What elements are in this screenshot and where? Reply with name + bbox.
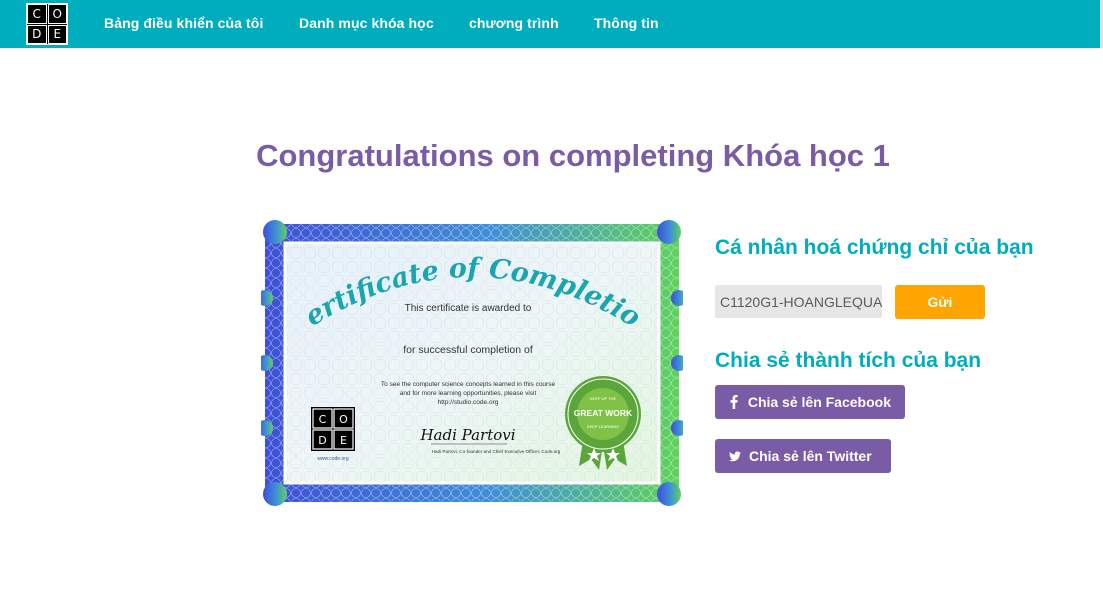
certificate-image: Certificate of Completion This certifica… bbox=[250, 194, 687, 508]
top-nav-bar: C O D E Bảng điều khiển của tôi Danh mục… bbox=[0, 0, 1103, 48]
seal-big-text: GREAT WORK bbox=[574, 408, 633, 418]
share-facebook-label: Chia sẻ lên Facebook bbox=[747, 394, 891, 410]
share-heading: Chia sẻ thành tích của bạn bbox=[715, 349, 982, 372]
code-logo[interactable]: C O D E bbox=[26, 3, 68, 45]
nav-link-about[interactable]: Thông tin bbox=[594, 0, 659, 48]
logo-letter-e: E bbox=[47, 24, 67, 44]
share-twitter-button[interactable]: Chia sẻ lên Twitter bbox=[715, 439, 891, 473]
certificate-info-line-2: and for more learning opportunities, ple… bbox=[400, 390, 537, 397]
certificate-awarded-text: This certificate is awarded to bbox=[405, 303, 532, 314]
certificate-signature: Hadi Partovi bbox=[419, 426, 515, 444]
twitter-icon bbox=[729, 449, 741, 463]
seal-bottom-text: KEEP LEARNING bbox=[587, 424, 619, 429]
seal-top-text: KEEP UP THE bbox=[590, 396, 617, 401]
certificate-name-input[interactable] bbox=[715, 285, 882, 318]
cert-logo-c: C bbox=[319, 413, 327, 426]
certificate-info-line-3: http://studio.code.org bbox=[438, 399, 499, 406]
cert-logo-d: D bbox=[318, 434, 326, 447]
nav-link-projects[interactable]: chương trình bbox=[469, 0, 559, 48]
cert-logo-caption: www.code.org bbox=[317, 456, 349, 462]
logo-letter-o: O bbox=[47, 4, 67, 24]
nav-link-course-catalog[interactable]: Danh mục khóa học bbox=[299, 0, 434, 48]
share-twitter-label: Chia sẻ lên Twitter bbox=[749, 448, 872, 464]
certificate-completion-text: for successful completion of bbox=[403, 344, 533, 356]
submit-name-button[interactable]: Gửi bbox=[895, 285, 985, 319]
certificate-signer-line: Hadi Partovi, Co-founder and Chief Execu… bbox=[432, 449, 561, 454]
page-title: Congratulations on completing Khóa học 1 bbox=[256, 138, 890, 173]
certificate-info-line-1: To see the computer science concepts lea… bbox=[381, 381, 556, 388]
nav-link-my-dashboard[interactable]: Bảng điều khiển của tôi bbox=[104, 0, 263, 48]
logo-letter-c: C bbox=[27, 4, 47, 24]
certificate-graphic: Certificate of Completion This certifica… bbox=[250, 194, 687, 506]
cert-logo-o: O bbox=[339, 413, 348, 426]
facebook-icon bbox=[729, 395, 740, 409]
logo-letter-d: D bbox=[27, 24, 47, 44]
cert-logo-e: E bbox=[340, 434, 347, 447]
personalize-heading: Cá nhân hoá chứng chỉ của bạn bbox=[715, 236, 1034, 259]
share-facebook-button[interactable]: Chia sẻ lên Facebook bbox=[715, 385, 905, 419]
